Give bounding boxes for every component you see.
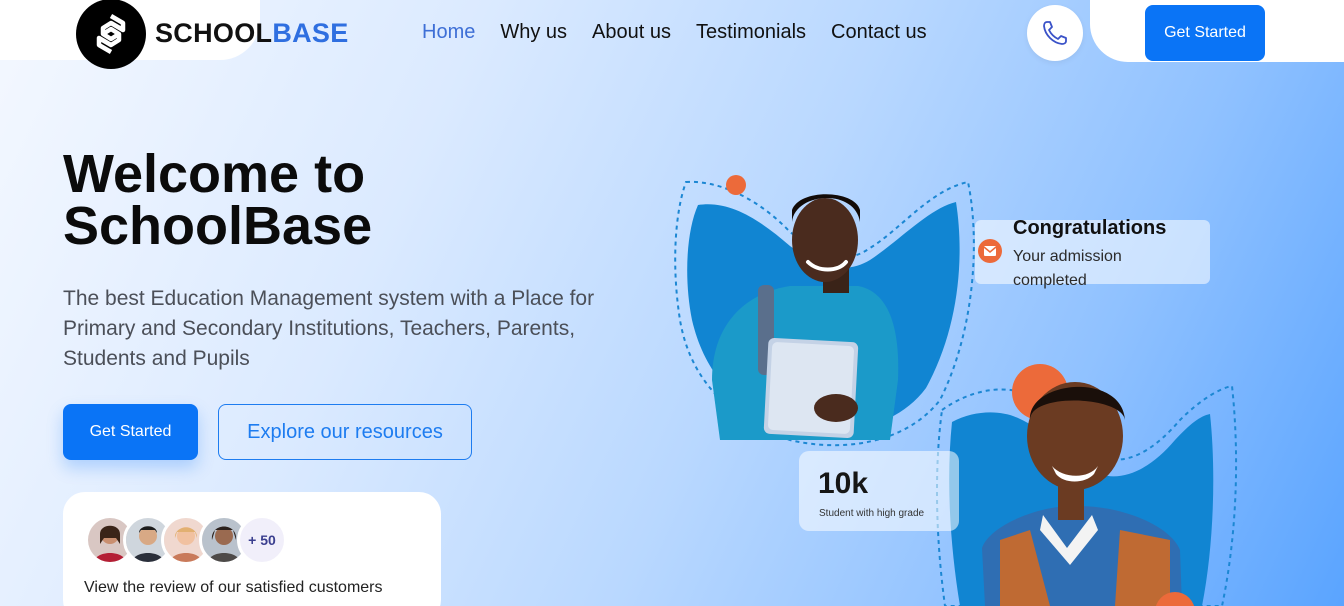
orange-dot [726,175,746,195]
congratulations-card: Congratulations Your admission completed [975,217,1210,289]
congratulations-title: Congratulations [1013,217,1167,239]
congratulations-subtitle: Your admission completed [1013,248,1122,289]
hero-illustration [674,175,1238,606]
stat-label: Student with high grade [819,508,925,519]
stat-value: 10k [818,467,869,500]
mail-icon [978,239,1002,263]
stat-card: 10k Student with high grade [799,451,959,531]
